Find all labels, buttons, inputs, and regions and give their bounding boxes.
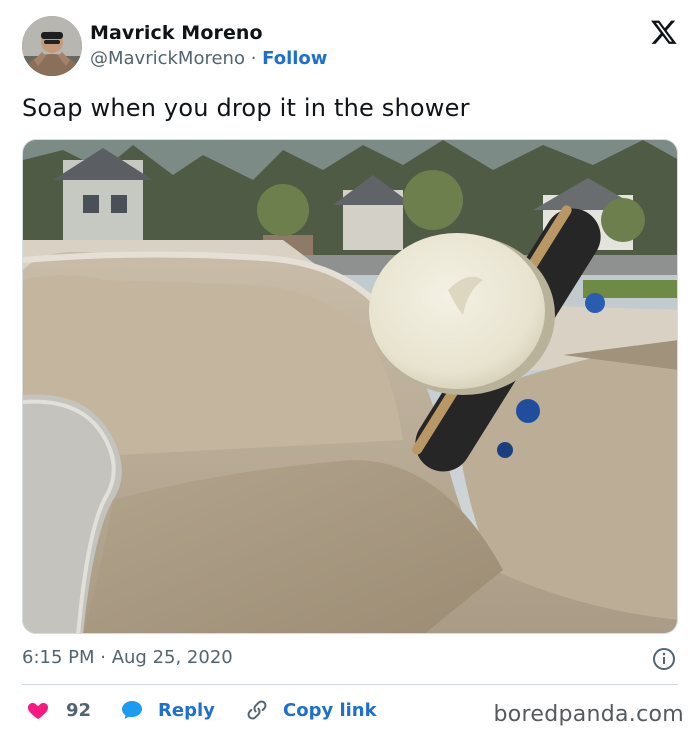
tweet-header: Mavrick Moreno @MavrickMoreno · Follow [22,16,682,80]
tweet-image[interactable] [22,139,678,634]
copy-link-button[interactable]: Copy link [245,698,377,722]
author-handle-line: @MavrickMoreno · Follow [90,48,327,69]
author-handle[interactable]: @MavrickMoreno [90,48,245,69]
avatar[interactable] [22,16,82,76]
speech-bubble-icon [122,701,142,719]
tweet-date: Aug 25, 2020 [111,647,233,668]
tweet-time: 6:15 PM [22,647,95,668]
watermark: boredpanda.com [493,702,684,727]
skatepark-soap-image [23,140,677,633]
info-icon[interactable] [652,647,676,671]
x-logo-icon[interactable] [650,18,678,46]
author-name[interactable]: Mavrick Moreno [90,22,263,44]
like-button[interactable]: 92 [26,698,91,722]
handle-separator: · [244,48,263,69]
link-icon [247,700,267,720]
tweet-text: Soap when you drop it in the shower [22,94,470,122]
reply-label: Reply [158,699,215,721]
copy-link-label: Copy link [283,699,377,721]
tweet-timestamp[interactable]: 6:15 PM · Aug 25, 2020 [22,647,233,668]
like-count: 92 [66,699,92,721]
date-separator: · [94,647,112,668]
reply-button[interactable]: Reply [120,698,215,722]
follow-button[interactable]: Follow [262,48,327,69]
divider [22,684,678,685]
heart-icon [27,703,49,719]
